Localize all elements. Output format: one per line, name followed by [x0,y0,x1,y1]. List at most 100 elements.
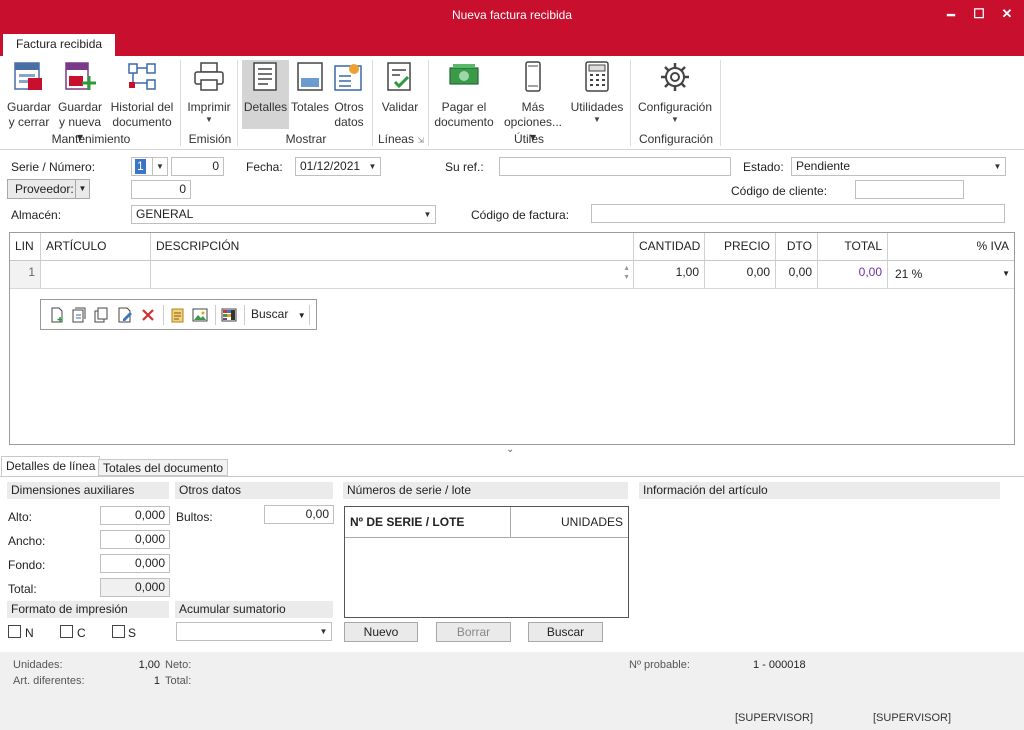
fecha-field[interactable]: 01/12/2021 ▼ [295,157,381,176]
tab-totales-documento[interactable]: Totales del documento [98,459,229,476]
chevron-down-icon[interactable]: ▼ [152,158,167,175]
delete-line-icon[interactable] [140,307,156,323]
serie-select[interactable]: 1 ▼ [131,157,168,176]
row-precio[interactable]: 0,00 [705,261,776,289]
chevron-down-icon[interactable]: ▼ [1002,265,1010,283]
guardar-cerrar-label1: Guardar [6,100,52,114]
money-icon [449,64,479,85]
otros-datos-label1: Otros [334,100,364,114]
series-col-unidades[interactable]: UNIDADES [511,507,628,538]
chevron-down-icon[interactable]: ▼ [75,180,89,198]
row-descripcion[interactable]: ▲ ▼ [151,261,634,289]
guardar-nueva-label1: Guardar [57,100,103,114]
col-descripcion[interactable]: DESCRIPCIÓN [151,233,634,261]
insert-line-icon[interactable] [71,307,87,323]
ribbon-separator [428,60,429,146]
copy-line-icon[interactable] [93,307,109,323]
calendar-dropdown-icon[interactable]: ▼ [365,158,380,175]
maximize-button[interactable]: ☐ [965,4,993,26]
codigo-factura-field[interactable] [591,204,1005,223]
acumular-select[interactable]: ▼ [176,622,332,641]
ribbon-tab-row: Factura recibida [0,32,1024,56]
nuevo-button[interactable]: Nuevo [344,622,418,642]
spin-arrows-icon[interactable]: ▲ ▼ [623,264,630,282]
pagar-button[interactable]: Pagar el documento [432,60,496,130]
ancho-field[interactable]: 0,000 [100,530,170,549]
col-lin[interactable]: LIN [10,233,41,261]
col-total[interactable]: TOTAL [818,233,888,261]
total-dim-field: 0,000 [100,578,170,597]
row-articulo[interactable] [41,261,151,289]
numero-field[interactable]: 0 [171,157,224,176]
col-articulo[interactable]: ARTÍCULO [41,233,151,261]
proveedor-button[interactable]: Proveedor: ▼ [7,179,90,199]
utilidades-button[interactable]: Utilidades ▼ [568,60,626,125]
new-line-icon[interactable] [49,307,65,323]
color-grid-icon[interactable] [221,307,237,323]
tab-detalles-linea[interactable]: Detalles de línea [1,456,101,477]
buscar-dropdown[interactable]: Buscar ▼ [251,307,306,321]
series-col-lote[interactable]: Nº DE SERIE / LOTE [345,507,511,538]
serie-value: 1 [135,159,146,174]
suref-field[interactable] [499,157,731,176]
save-new-icon [65,62,96,90]
col-precio[interactable]: PRECIO [705,233,776,261]
otros-datos-label2: datos [334,115,364,129]
chevron-down-icon[interactable]: ▼ [420,206,435,223]
total-dim-label: Total: [8,582,37,596]
estado-select[interactable]: Pendiente ▼ [791,157,1006,176]
splitter-chevron-icon[interactable]: ⌄ [506,444,514,455]
row-cantidad[interactable]: 1,00 [634,261,705,289]
col-iva[interactable]: % IVA [888,233,1014,261]
fondo-field[interactable]: 0,000 [100,554,170,573]
imprimir-label: Imprimir [187,100,231,114]
history-tree-icon [128,63,156,90]
group-mostrar: Mostrar [285,132,327,146]
calculator-icon [585,61,609,92]
checkbox-c-label: C [77,626,86,640]
col-cantidad[interactable]: CANTIDAD [634,233,705,261]
guardar-cerrar-button[interactable]: Guardar y cerrar [6,60,52,130]
close-button[interactable]: ✕ [993,4,1021,26]
alto-field[interactable]: 0,000 [100,506,170,525]
edit-line-icon[interactable] [117,307,133,323]
tab-factura-recibida[interactable]: Factura recibida [3,34,116,56]
formato-title: Formato de impresión [7,601,169,618]
group-lineas: Líneas ⇲ [374,132,428,146]
col-dto[interactable]: DTO 1 [776,233,818,280]
toolbar-separator [163,305,164,325]
configuracion-button[interactable]: Configuración ▼ [636,60,714,125]
validar-button[interactable]: Validar [378,60,422,115]
notes-icon[interactable] [169,307,185,323]
proveedor-field[interactable]: 0 [131,180,191,199]
ribbon-separator [720,60,721,146]
borrar-button[interactable]: Borrar [436,622,511,642]
row-iva-select[interactable]: 21 % ▼ [888,261,1014,289]
chevron-down-icon[interactable]: ▼ [316,623,331,640]
checkbox-c[interactable] [60,625,73,638]
bultos-field[interactable]: 0,00 [264,505,334,524]
almacen-select[interactable]: GENERAL ▼ [131,205,436,224]
guardar-cerrar-label2: y cerrar [8,115,50,129]
totales-button[interactable]: Totales [291,60,329,115]
row-iva-value: 21 % [895,267,923,281]
imprimir-button[interactable]: Imprimir ▼ [186,60,232,125]
otros-datos-button[interactable]: Otros datos [331,60,367,130]
codigo-cliente-field[interactable] [855,180,964,199]
detalles-button[interactable]: Detalles [242,60,289,129]
chevron-down-icon[interactable]: ▼ [990,158,1005,175]
group-configuracion: Configuración [638,132,714,146]
row-dto[interactable]: 0,00 [776,261,818,289]
checkbox-n[interactable] [8,625,21,638]
checkbox-s[interactable] [112,625,125,638]
dialog-launcher-icon[interactable]: ⇲ [417,136,424,145]
title-bar: Nueva factura recibida 🗕 ☐ ✕ [0,0,1024,32]
totals-icon [297,62,323,91]
proveedor-label: Proveedor: [15,182,74,196]
buscar-button[interactable]: Buscar [528,622,603,642]
window-title: Nueva factura recibida [451,8,573,22]
image-icon[interactable] [192,307,208,323]
minimize-button[interactable]: 🗕 [937,4,965,26]
historial-button[interactable]: Historial del documento [108,60,176,130]
serie-numero-label: Serie / Número: [11,160,96,174]
